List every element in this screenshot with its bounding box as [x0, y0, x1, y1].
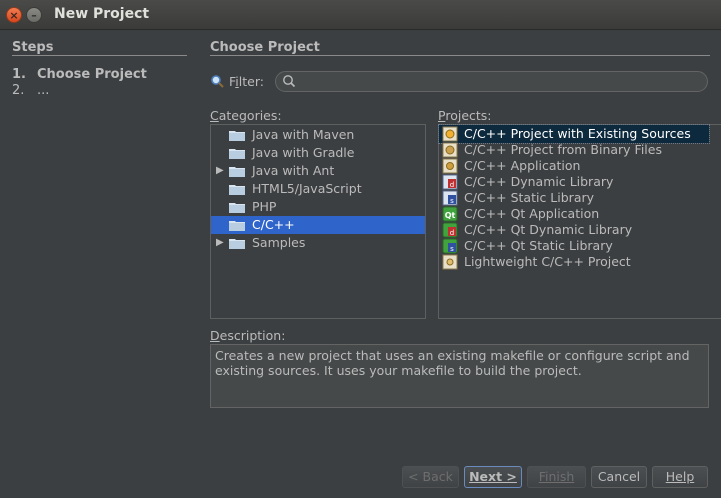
qt-application-icon: Qt — [442, 206, 458, 222]
next-button[interactable]: Next > — [464, 466, 522, 488]
step-number: 1. — [12, 67, 26, 82]
step-label: ... — [37, 83, 50, 98]
svg-text:s: s — [450, 245, 454, 253]
category-samples[interactable]: ▶ Samples — [211, 234, 425, 252]
folder-icon — [229, 131, 245, 141]
category-label: Samples — [252, 235, 306, 250]
page-title: Choose Project — [210, 40, 320, 55]
close-icon[interactable]: × — [6, 7, 22, 23]
category-html5[interactable]: HTML5/JavaScript — [211, 180, 425, 198]
category-label: C/C++ — [252, 217, 295, 232]
category-java-ant[interactable]: ▶ Java with Ant — [211, 162, 425, 180]
svg-text:Qt: Qt — [445, 211, 456, 220]
description-text: Creates a new project that uses an exist… — [210, 344, 709, 408]
step-number: 2. — [12, 83, 25, 98]
category-label: Java with Gradle — [252, 145, 355, 160]
qt-dynamic-library-icon: d — [442, 222, 458, 238]
project-lightweight[interactable]: Lightweight C/C++ Project — [439, 253, 721, 271]
expand-arrow-icon[interactable]: ▶ — [216, 162, 224, 180]
filter-search-icon — [283, 75, 296, 88]
svg-text:d: d — [450, 229, 454, 237]
svg-text:s: s — [450, 197, 454, 205]
steps-divider — [12, 55, 187, 56]
qt-static-library-icon: s — [442, 238, 458, 254]
category-java-maven[interactable]: Java with Maven — [211, 126, 425, 144]
cancel-button[interactable]: Cancel — [591, 466, 647, 488]
folder-icon — [229, 185, 245, 195]
step-label: Choose Project — [37, 67, 147, 82]
description-label: Description: — [210, 328, 286, 343]
folder-icon — [229, 167, 245, 177]
category-java-gradle[interactable]: Java with Gradle — [211, 144, 425, 162]
minimize-icon[interactable]: – — [26, 7, 42, 23]
step-2: 2.... — [12, 83, 49, 98]
step-1: 1. Choose Project — [12, 67, 147, 82]
categories-label: Categories: — [210, 108, 282, 123]
finish-button[interactable]: Finish — [527, 466, 586, 488]
filter-label: Filter: — [229, 74, 264, 89]
steps-heading: Steps — [12, 40, 54, 55]
projects-label: Projects: — [438, 108, 492, 123]
category-label: HTML5/JavaScript — [252, 181, 362, 196]
projects-list[interactable]: C/C++ Project with Existing Sources C/C+… — [438, 124, 721, 319]
static-library-icon: s — [442, 190, 458, 206]
filter-input[interactable] — [275, 71, 708, 92]
cpp-application-icon — [442, 158, 458, 174]
category-label: Java with Maven — [252, 127, 355, 142]
svg-text:d: d — [450, 181, 454, 189]
expand-arrow-icon[interactable]: ▶ — [216, 234, 224, 252]
title-bar: × – New Project — [0, 0, 721, 30]
folder-icon — [229, 239, 245, 249]
dynamic-library-icon: d — [442, 174, 458, 190]
binary-files-icon — [442, 142, 458, 158]
category-label: Java with Ant — [252, 163, 335, 178]
existing-sources-icon — [442, 126, 458, 142]
window-title: New Project — [54, 6, 150, 22]
back-button[interactable]: < Back — [402, 466, 459, 488]
folder-icon — [229, 149, 245, 159]
folder-icon — [229, 221, 245, 231]
title-divider — [210, 55, 710, 56]
lightweight-project-icon — [442, 254, 458, 270]
categories-list[interactable]: Java with Maven Java with Gradle ▶ Java … — [210, 124, 426, 319]
category-cpp[interactable]: C/C++ — [211, 216, 425, 234]
category-php[interactable]: PHP — [211, 198, 425, 216]
folder-icon — [229, 203, 245, 213]
project-label: Lightweight C/C++ Project — [464, 254, 631, 269]
search-icon — [211, 75, 224, 88]
help-button[interactable]: Help — [652, 466, 708, 488]
category-label: PHP — [252, 199, 277, 214]
